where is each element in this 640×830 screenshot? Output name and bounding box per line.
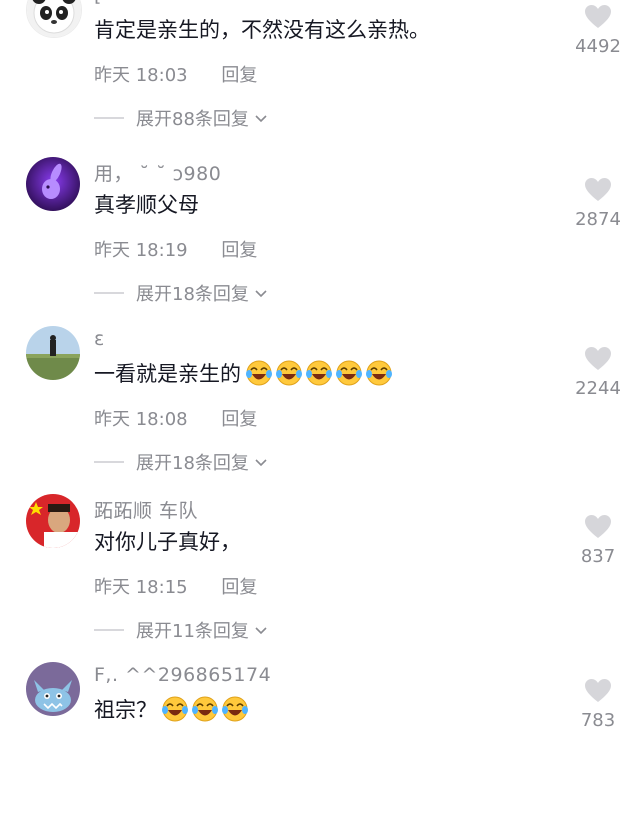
emoji-group	[245, 359, 395, 387]
heart-icon	[585, 679, 611, 702]
like-button[interactable]: 4492	[568, 4, 628, 57]
comment-text: 真孝顺父母	[94, 189, 199, 219]
username[interactable]: F,. ^^296865174	[94, 664, 271, 686]
comment-text-content: 肯定是亲生的，不然没有这么亲热。	[94, 18, 430, 42]
comment-text-content: 一看就是亲生的	[94, 362, 241, 386]
like-button[interactable]: 2874	[568, 177, 628, 230]
like-count: 2244	[575, 378, 621, 399]
laughing-crying-emoji-icon	[162, 696, 188, 722]
reply-button[interactable]: 回复	[221, 240, 257, 261]
expand-replies-button[interactable]: 展开11条回复	[94, 617, 269, 643]
comment-time: 昨天 18:03	[94, 65, 188, 86]
divider	[94, 629, 124, 631]
divider	[94, 292, 124, 294]
comment-item: 跖跖顺 车队 对你儿子真好， 昨天 18:15 回复 展开11条回复 837	[0, 494, 640, 662]
purple-rabbit-avatar[interactable]	[26, 157, 80, 211]
emoji-group	[161, 695, 251, 723]
username[interactable]: 用， ˘ ˘ ͻ980	[94, 159, 221, 186]
comment-meta: 昨天 18:08 回复	[94, 405, 257, 431]
username[interactable]: [	[94, 0, 102, 6]
heart-icon	[585, 178, 611, 201]
reply-button[interactable]: 回复	[221, 577, 257, 598]
chevron-down-icon	[255, 459, 267, 467]
comment-text: 祖宗？	[94, 694, 251, 724]
laughing-crying-emoji-icon	[222, 696, 248, 722]
comment-text-content: 对你儿子真好，	[94, 530, 241, 554]
like-count: 4492	[575, 36, 621, 57]
panda-avatar[interactable]	[26, 0, 82, 38]
comment-item: 用， ˘ ˘ ͻ980 真孝顺父母 昨天 18:19 回复 展开18条回复 28…	[0, 157, 640, 325]
laughing-crying-emoji-icon	[192, 696, 218, 722]
heart-icon	[585, 5, 611, 28]
monster-avatar[interactable]	[26, 662, 80, 716]
divider	[94, 461, 124, 463]
chevron-down-icon	[255, 290, 267, 298]
expand-replies-label: 展开88条回复	[136, 109, 249, 130]
expand-replies-button[interactable]: 展开18条回复	[94, 449, 269, 475]
comment-time: 昨天 18:15	[94, 577, 188, 598]
laughing-crying-emoji-icon	[246, 360, 272, 386]
comment-item: [ 肯定是亲生的，不然没有这么亲热。 昨天 18:03 回复 展开88条回复 4…	[0, 0, 640, 150]
comment-item: F,. ^^296865174 祖宗？ 783	[0, 662, 640, 830]
username[interactable]: 跖跖顺 车队	[94, 496, 198, 523]
laughing-crying-emoji-icon	[276, 360, 302, 386]
comment-time: 昨天 18:08	[94, 409, 188, 430]
expand-replies-label: 展开11条回复	[136, 621, 249, 642]
comment-meta: 昨天 18:15 回复	[94, 573, 257, 599]
comment-meta: 昨天 18:19 回复	[94, 236, 257, 262]
like-button[interactable]: 837	[568, 514, 628, 567]
comment-text: 对你儿子真好，	[94, 526, 241, 556]
like-button[interactable]: 783	[568, 678, 628, 731]
divider	[94, 117, 124, 119]
comment-text-content: 祖宗？	[94, 698, 157, 722]
expand-replies-button[interactable]: 展开18条回复	[94, 280, 269, 306]
comment-meta: 昨天 18:03 回复	[94, 61, 257, 87]
like-count: 837	[580, 546, 616, 567]
chevron-down-icon	[255, 115, 267, 123]
comment-text: 肯定是亲生的，不然没有这么亲热。	[94, 14, 430, 44]
username[interactable]: ɛ	[94, 328, 105, 350]
like-count: 2874	[575, 209, 621, 230]
chevron-down-icon	[255, 627, 267, 635]
heart-icon	[585, 515, 611, 538]
laughing-crying-emoji-icon	[306, 360, 332, 386]
like-count: 783	[580, 710, 616, 731]
comment-text: 一看就是亲生的	[94, 358, 395, 388]
heart-icon	[585, 347, 611, 370]
like-button[interactable]: 2244	[568, 346, 628, 399]
expand-replies-label: 展开18条回复	[136, 453, 249, 474]
flag-man-avatar[interactable]	[26, 494, 80, 548]
comment-text-content: 真孝顺父母	[94, 193, 199, 217]
comment-item: ɛ 一看就是亲生的 昨天 18:08 回复 展开18条回复 2244	[0, 326, 640, 494]
expand-replies-label: 展开18条回复	[136, 284, 249, 305]
expand-replies-button[interactable]: 展开88条回复	[94, 105, 269, 131]
comment-time: 昨天 18:19	[94, 240, 188, 261]
reply-button[interactable]: 回复	[221, 409, 257, 430]
landscape-avatar[interactable]	[26, 326, 80, 380]
laughing-crying-emoji-icon	[336, 360, 362, 386]
reply-button[interactable]: 回复	[221, 65, 257, 86]
laughing-crying-emoji-icon	[366, 360, 392, 386]
